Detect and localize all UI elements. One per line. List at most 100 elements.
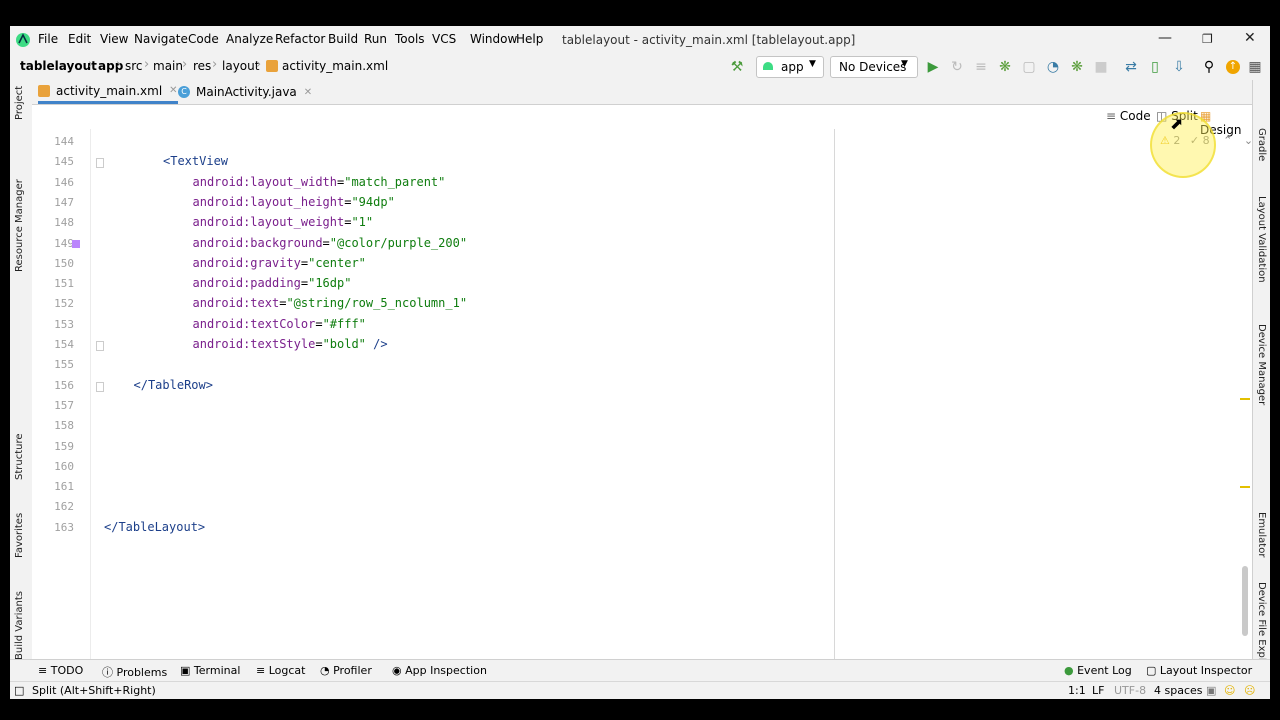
stop-icon[interactable]: ■ — [1092, 58, 1110, 76]
editor-scrollbar[interactable] — [1242, 566, 1248, 636]
menu-tools[interactable]: Tools — [395, 32, 425, 46]
profile-icon[interactable]: ◔ — [1044, 58, 1062, 76]
code-area[interactable]: 144 145 <TextView 146 android:layout_width="… — [32, 129, 832, 663]
updates-icon[interactable]: ↑ — [1224, 58, 1242, 76]
code-token: </TableRow> — [133, 377, 213, 392]
line-separator[interactable]: LF — [1092, 684, 1104, 697]
hammer-icon[interactable]: ⚒ — [728, 58, 746, 76]
more-icon[interactable]: ▦ — [1246, 58, 1264, 76]
tool-window-favorites[interactable]: Favorites — [14, 513, 25, 558]
breadcrumb-file[interactable]: activity_main.xml — [282, 59, 388, 73]
apply-changes-icon[interactable]: ↻ — [948, 58, 966, 76]
close-tab-icon[interactable]: ✕ — [169, 85, 177, 96]
search-icon[interactable]: ⚲ — [1200, 58, 1218, 76]
split-divider[interactable] — [834, 129, 835, 663]
navigation-bar: tablelayout › app › src › main › res › l… — [10, 54, 1270, 81]
close-window-icon[interactable]: ✕ — [1244, 30, 1256, 46]
menu-run[interactable]: Run — [364, 32, 387, 46]
app-inspection-tool-button[interactable]: ◉ App Inspection — [392, 664, 487, 677]
toggle-tool-windows-icon[interactable]: □ — [14, 684, 24, 697]
device-manager-icon[interactable]: ▯ — [1146, 58, 1164, 76]
code-line[interactable]: <TextView — [163, 154, 228, 168]
line-number: 158 — [54, 419, 74, 433]
previous-highlight-icon[interactable]: ⌃ — [1223, 134, 1232, 147]
code-line[interactable]: android:layout_height="94dp" — [193, 195, 395, 209]
tool-window-resource-manager[interactable]: Resource Manager — [14, 179, 25, 272]
code-line[interactable]: android:layout_width="match_parent" — [193, 175, 446, 189]
tool-window-gradle[interactable]: Gradle — [1256, 128, 1267, 161]
file-encoding[interactable]: UTF-8 — [1114, 684, 1146, 697]
logcat-tool-button[interactable]: ≡ Logcat — [256, 664, 305, 677]
tab-activity-main-xml[interactable]: activity_main.xml ✕ — [38, 80, 178, 104]
code-line[interactable]: </TableLayout> — [104, 520, 205, 534]
code-line[interactable]: android:textColor="#fff" — [193, 317, 366, 331]
frown-icon[interactable]: ☹ — [1244, 684, 1255, 697]
indent-setting[interactable]: 4 spaces — [1154, 684, 1203, 697]
tool-window-project[interactable]: Project — [14, 86, 25, 120]
breadcrumb-project[interactable]: tablelayout — [20, 59, 97, 73]
menu-code[interactable]: Code — [188, 32, 219, 46]
close-tab-icon[interactable]: ✕ — [304, 87, 312, 98]
android-studio-logo-icon — [15, 32, 31, 48]
breadcrumb-src[interactable]: src — [125, 59, 143, 73]
todo-tool-button[interactable]: ≡ TODO — [38, 664, 83, 677]
color-swatch-icon[interactable] — [72, 239, 80, 248]
profiler-tool-button[interactable]: ◔ Profiler — [320, 664, 372, 677]
run-icon[interactable]: ▶ — [924, 58, 942, 76]
fold-marker-icon[interactable] — [96, 381, 104, 392]
menu-window[interactable]: Window — [470, 32, 517, 46]
caret-position[interactable]: 1:1 — [1068, 684, 1086, 697]
smile-icon[interactable]: ☺ — [1224, 684, 1235, 697]
device-select[interactable]: No Devices ▼ — [830, 56, 918, 78]
menu-navigate[interactable]: Navigate — [134, 32, 188, 46]
layout-inspector-tool-button[interactable]: ▢ Layout Inspector — [1146, 664, 1252, 677]
menu-edit[interactable]: Edit — [68, 32, 91, 46]
tool-window-structure[interactable]: Structure — [14, 433, 25, 480]
code-line[interactable]: android:layout_weight="1" — [193, 215, 374, 229]
code-line[interactable]: android:text="@string/row_5_ncolumn_1" — [193, 296, 468, 310]
breadcrumb-res[interactable]: res — [193, 59, 211, 73]
line-number: 151 — [54, 277, 74, 291]
line-number: 145 — [54, 155, 74, 169]
code-line[interactable]: android:background="@color/purple_200" — [193, 236, 468, 250]
sdk-manager-icon[interactable]: ⇩ — [1170, 58, 1188, 76]
breadcrumb-main[interactable]: main — [153, 59, 183, 73]
problems-tool-button[interactable]: ⓘ Problems — [102, 664, 167, 680]
code-line[interactable]: android:gravity="center" — [193, 256, 366, 270]
menu-analyze[interactable]: Analyze — [226, 32, 273, 46]
code-token: android:layout_height — [192, 194, 345, 209]
tool-window-layout-validation[interactable]: Layout Validation — [1256, 196, 1267, 283]
tool-window-build-variants[interactable]: Build Variants — [14, 591, 25, 660]
attach-process-icon[interactable]: ❋ — [1068, 58, 1086, 76]
code-mode-button[interactable]: ≡ Code — [1106, 109, 1151, 123]
fold-marker-icon[interactable] — [96, 341, 104, 351]
debug-icon[interactable]: ❋ — [996, 58, 1014, 76]
breadcrumb-layout[interactable]: layout — [222, 59, 259, 73]
code-token: = — [315, 337, 323, 351]
menu-help[interactable]: Help — [516, 32, 543, 46]
attach-debugger-icon[interactable]: ▢ — [1020, 58, 1038, 76]
menu-refactor[interactable]: Refactor — [275, 32, 325, 46]
terminal-tool-button[interactable]: ▣ Terminal — [180, 664, 240, 677]
menu-file[interactable]: File — [38, 32, 58, 46]
line-number: 157 — [54, 398, 74, 412]
tool-window-device-manager[interactable]: Device Manager — [1256, 324, 1267, 405]
tool-window-emulator[interactable]: Emulator — [1256, 512, 1267, 557]
run-config-select[interactable]: app ▼ — [756, 56, 824, 78]
code-line[interactable]: </TableRow> — [134, 378, 213, 392]
chevron-down-icon: ▼ — [809, 59, 816, 69]
menu-vcs[interactable]: VCS — [432, 32, 456, 46]
fold-marker-icon[interactable] — [96, 158, 104, 169]
code-line[interactable]: android:textStyle="bold" /> — [193, 337, 388, 351]
apply-code-changes-icon[interactable]: ≡ — [972, 58, 990, 76]
todo-icon: ≡ — [38, 664, 48, 677]
event-log-tool-button[interactable]: ● Event Log — [1064, 664, 1132, 677]
menu-build[interactable]: Build — [328, 32, 358, 46]
minimize-icon[interactable]: — — [1158, 30, 1172, 46]
tab-mainactivity-java[interactable]: C MainActivity.java ✕ — [178, 80, 312, 104]
sync-gradle-icon[interactable]: ⇄ — [1122, 58, 1140, 76]
restore-icon[interactable]: ❐ — [1202, 32, 1213, 46]
menu-view[interactable]: View — [100, 32, 128, 46]
code-line[interactable]: android:padding="16dp" — [193, 276, 352, 290]
lock-icon[interactable]: ▣ — [1206, 684, 1216, 697]
